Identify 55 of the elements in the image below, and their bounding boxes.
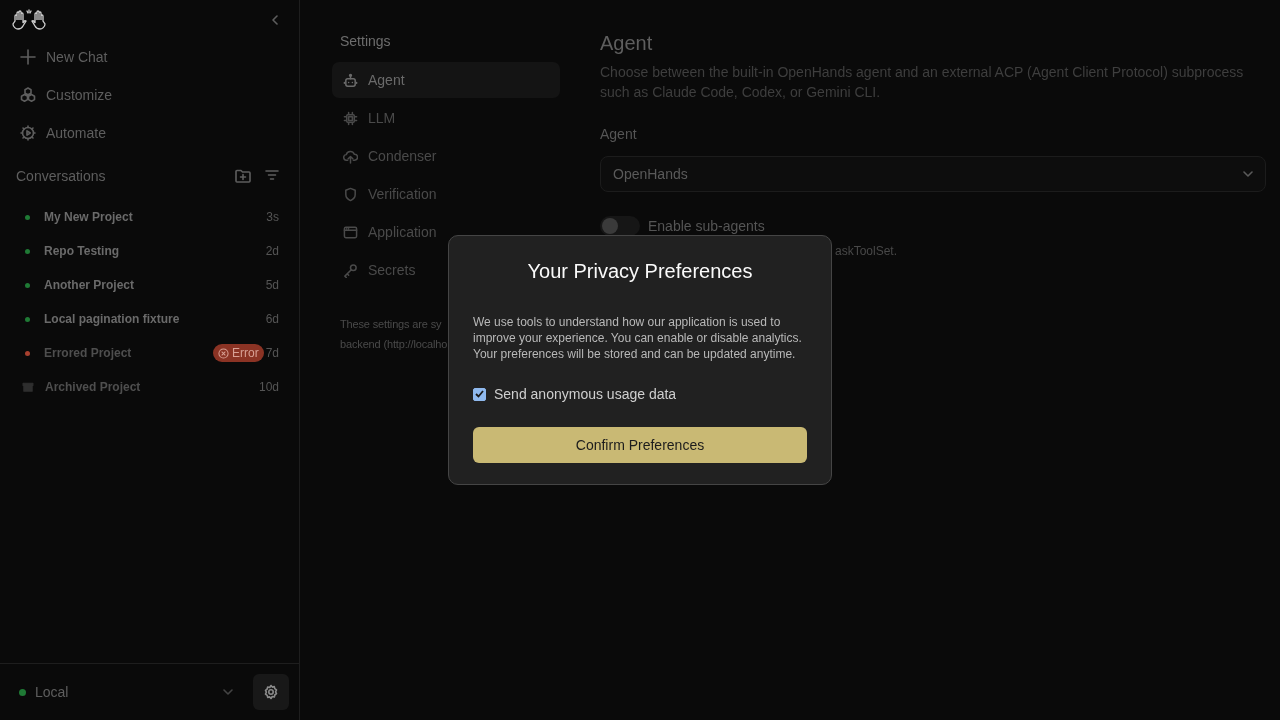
modal-text: We use tools to understand how our application is used to improve your experience. You can enable or disable analytics. Your preferences will be stored and can be updated anytime. [473, 314, 803, 362]
settings-nav-item[interactable]: Verification [332, 176, 560, 212]
chevron-down-icon [1243, 171, 1253, 177]
conversation-age: 7d [265, 346, 279, 360]
conversation-title[interactable]: Archived Project [45, 380, 259, 394]
modal-title: Your Privacy Preferences [526, 260, 754, 284]
shield-icon [343, 186, 358, 202]
key-icon [343, 262, 358, 278]
filter-icon[interactable] [265, 169, 279, 181]
conversation-age: 2d [265, 244, 279, 258]
conversation-age: 5d [265, 278, 279, 292]
play-gear-icon [20, 125, 36, 141]
checkbox-label[interactable]: Send anonymous usage data [494, 386, 677, 402]
chevron-down-icon[interactable] [223, 689, 233, 695]
settings-nav-item[interactable]: Agent [332, 62, 560, 98]
conversation-title[interactable]: Errored Project [44, 346, 213, 360]
field-label: Agent [600, 126, 638, 144]
cloud-upload-icon [343, 148, 358, 164]
settings-note: These settings are sy [340, 317, 442, 332]
conversation-age: 6d [265, 312, 279, 326]
conversation-title[interactable]: Local pagination fixture [44, 312, 266, 326]
sidebar-nav-link[interactable]: Automate [20, 114, 106, 152]
cubes-icon [20, 87, 36, 103]
conversation-title[interactable]: Another Project [44, 278, 266, 292]
toggle-label: Enable sub-agents [648, 218, 765, 234]
chip-icon [343, 110, 358, 126]
conversation-age: 10d [258, 380, 279, 394]
settings-nav-item[interactable]: Condenser [332, 138, 560, 174]
conversation-age: 3s [266, 210, 279, 224]
archive-box-icon [22, 381, 34, 393]
folder-plus-icon[interactable] [235, 169, 251, 183]
settings-nav-item[interactable]: Application [332, 214, 560, 250]
page-title: Agent [600, 32, 654, 56]
toggle-hint: askToolSet. [835, 244, 898, 258]
confirm-button[interactable]: Confirm Preferences [473, 427, 807, 463]
browser-window-icon [343, 224, 358, 240]
toggle-switch[interactable] [600, 216, 640, 236]
settings-note: backend (http://localho [340, 337, 448, 352]
checkbox[interactable] [473, 387, 486, 401]
settings-button[interactable] [253, 674, 289, 710]
plus-icon [20, 49, 36, 65]
conversation-title[interactable]: Repo Testing [44, 244, 266, 258]
settings-nav-item[interactable]: LLM [332, 100, 560, 136]
settings-heading: Settings [339, 33, 392, 51]
agent-select[interactable]: OpenHands [600, 156, 1266, 192]
robot-icon [343, 72, 358, 88]
collapse-chevron-icon[interactable] [271, 15, 279, 25]
environment-label[interactable]: Local [35, 684, 69, 700]
sidebar-nav-link[interactable]: Customize [20, 76, 113, 114]
settings-icon [263, 684, 279, 700]
sidebar-nav-link[interactable]: New Chat [20, 38, 108, 76]
error-badge: Error [212, 344, 264, 362]
raised-hands-logo[interactable] [12, 9, 46, 31]
conversation-title[interactable]: My New Project [44, 210, 267, 224]
section-heading: Conversations [16, 168, 106, 184]
